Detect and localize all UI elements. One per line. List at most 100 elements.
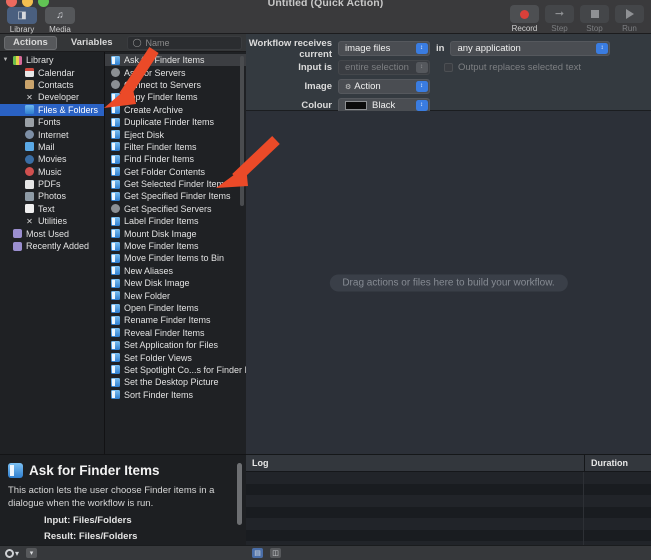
image-label: Image: [246, 81, 338, 92]
sidebar-item-calendar[interactable]: Calendar: [0, 66, 104, 78]
description-scrollbar[interactable]: [237, 463, 242, 525]
sidebar-item-internet[interactable]: Internet: [0, 128, 104, 140]
finder-action-icon: [111, 291, 120, 300]
action-list-item[interactable]: Find Finder Items: [105, 153, 246, 165]
action-list-item[interactable]: Mount Disk Image: [105, 227, 246, 239]
search-input[interactable]: ◯ Name: [127, 36, 242, 50]
action-list-item[interactable]: Ask for Servers: [105, 66, 246, 78]
sidebar-item-recently-added[interactable]: Recently Added: [0, 240, 104, 252]
sidebar-item-library[interactable]: ▼Library: [0, 54, 104, 66]
sidebar-item-pdfs[interactable]: PDFs: [0, 178, 104, 190]
action-list-item-label: New Aliases: [124, 266, 173, 276]
sidebar-item-mail[interactable]: Mail: [0, 141, 104, 153]
action-list-item[interactable]: Rename Finder Items: [105, 314, 246, 326]
finder-action-icon: [111, 118, 120, 127]
action-list-item-label: Create Archive: [124, 105, 183, 115]
action-list-item[interactable]: Get Specified Servers: [105, 203, 246, 215]
sidebar-item-music[interactable]: Music: [0, 166, 104, 178]
split-glyph-icon: ◫: [272, 550, 279, 557]
action-list-item[interactable]: Label Finder Items: [105, 215, 246, 227]
action-list-item[interactable]: Sort Finder Items: [105, 389, 246, 401]
action-list-item-label: Eject Disk: [124, 130, 164, 140]
stop-icon-box: [580, 5, 609, 23]
action-list-item[interactable]: Set Spotlight Co...s for Finder Items: [105, 364, 246, 376]
files-folders-icon: [25, 105, 34, 114]
media-toolbar-button[interactable]: ♫ Media: [44, 7, 76, 34]
step-button[interactable]: ➞ Step: [544, 5, 575, 33]
image-select[interactable]: ⚙ Action ↕: [338, 79, 430, 94]
gear-menu-icon[interactable]: ▾: [5, 549, 19, 558]
receives-select[interactable]: image files ↕: [338, 41, 430, 56]
sidebar-item-utilities[interactable]: ✕Utilities: [0, 215, 104, 227]
action-list-item[interactable]: Move Finder Items to Bin: [105, 252, 246, 264]
action-list-item[interactable]: Set Application for Files: [105, 339, 246, 351]
action-list-item-label: New Disk Image: [124, 278, 190, 288]
library-toolbar-button[interactable]: ◨ Library: [6, 7, 38, 34]
action-list[interactable]: Ask for Finder ItemsAsk for ServersConne…: [104, 52, 246, 454]
action-list-item[interactable]: Duplicate Finder Items: [105, 116, 246, 128]
tab-actions[interactable]: Actions: [4, 36, 57, 50]
action-list-item[interactable]: Get Selected Finder Items: [105, 178, 246, 190]
image-value: Action: [354, 81, 380, 92]
record-button[interactable]: Record: [509, 5, 540, 33]
toggle-panel-icon[interactable]: ▾: [26, 548, 37, 558]
sidebar-item-contacts[interactable]: Contacts: [0, 79, 104, 91]
automator-window: Untitled (Quick Action) ◨ Library ♫ Medi…: [0, 0, 651, 560]
action-list-item[interactable]: Ask for Finder Items: [105, 54, 246, 66]
output-replaces-checkbox[interactable]: Output replaces selected text: [444, 62, 581, 73]
action-list-item[interactable]: Reveal Finder Items: [105, 327, 246, 339]
action-list-item-label: Get Specified Finder Items: [124, 191, 231, 201]
category-list[interactable]: ▼LibraryCalendarContacts✕DeveloperFiles …: [0, 52, 104, 454]
sidebar-item-label: Utilities: [38, 216, 67, 226]
action-list-item[interactable]: Move Finder Items: [105, 240, 246, 252]
action-list-item[interactable]: Open Finder Items: [105, 302, 246, 314]
action-list-item[interactable]: Get Specified Finder Items: [105, 190, 246, 202]
log-split-icon[interactable]: ◫: [270, 548, 281, 558]
finder-action-icon: [111, 390, 120, 399]
search-icon: ◯: [133, 38, 142, 47]
sidebar-item-files-folders[interactable]: Files & Folders: [0, 104, 104, 116]
log-column-log[interactable]: Log: [246, 455, 584, 471]
action-list-item[interactable]: Set Folder Views: [105, 351, 246, 363]
action-list-item[interactable]: Copy Finder Items: [105, 91, 246, 103]
sidebar-item-label: Developer: [38, 92, 79, 102]
sidebar-item-label: Internet: [38, 130, 69, 140]
action-list-item[interactable]: New Aliases: [105, 265, 246, 277]
sidebar-item-fonts[interactable]: Fonts: [0, 116, 104, 128]
colour-swatch: [345, 101, 367, 110]
action-list-item[interactable]: Connect to Servers: [105, 79, 246, 91]
sidebar-item-most-used[interactable]: Most Used: [0, 227, 104, 239]
description-result: Result: Files/Folders: [8, 531, 236, 541]
server-action-icon: [111, 80, 120, 89]
sidebar-item-text[interactable]: Text: [0, 203, 104, 215]
log-column-duration[interactable]: Duration: [584, 455, 651, 471]
sidebar-item-label: Text: [38, 204, 55, 214]
action-list-item[interactable]: Filter Finder Items: [105, 141, 246, 153]
action-list-item[interactable]: New Disk Image: [105, 277, 246, 289]
step-icon-box: ➞: [545, 5, 574, 23]
sidebar-item-photos[interactable]: Photos: [0, 190, 104, 202]
action-list-item[interactable]: Set the Desktop Picture: [105, 376, 246, 388]
server-action-icon: [111, 204, 120, 213]
input-is-select[interactable]: entire selection ↕: [338, 60, 430, 75]
action-list-item[interactable]: New Folder: [105, 289, 246, 301]
sidebar-item-movies[interactable]: Movies: [0, 153, 104, 165]
application-select[interactable]: any application ↕: [450, 41, 610, 56]
chevron-up-down-icon: ↕: [416, 100, 428, 111]
stop-button[interactable]: Stop: [579, 5, 610, 33]
tab-variables[interactable]: Variables: [62, 36, 122, 50]
disclosure-triangle-icon[interactable]: ▼: [2, 57, 9, 63]
chevron-up-down-icon: ↕: [416, 62, 428, 73]
action-list-item[interactable]: Create Archive: [105, 104, 246, 116]
sidebar-item-developer[interactable]: ✕Developer: [0, 91, 104, 103]
description-title: Ask for Finder Items: [29, 463, 160, 478]
action-list-item[interactable]: Eject Disk: [105, 128, 246, 140]
finder-action-icon: [111, 341, 120, 350]
workflow-canvas[interactable]: Drag actions or files here to build your…: [246, 111, 651, 454]
step-label: Step: [551, 24, 567, 33]
action-list-scrollbar[interactable]: [240, 56, 244, 206]
action-list-item[interactable]: Get Folder Contents: [105, 166, 246, 178]
receives-value: image files: [345, 43, 390, 54]
log-list-icon[interactable]: ▤: [252, 548, 263, 558]
run-button[interactable]: Run: [614, 5, 645, 33]
